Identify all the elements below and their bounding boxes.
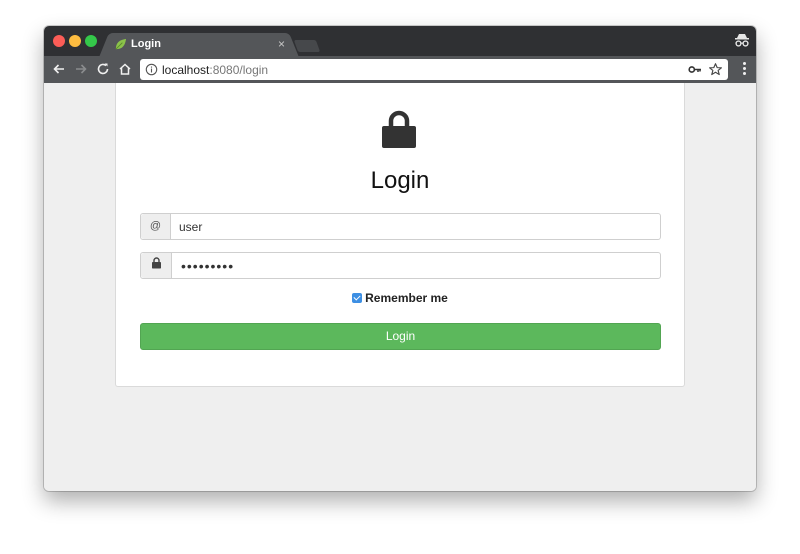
url-host: localhost [162,63,210,77]
window-maximize-button[interactable] [85,35,97,47]
arrow-left-icon[interactable] [51,61,67,77]
username-field-group: @ [140,213,661,240]
url-path: :8080/login [209,63,269,77]
page-title: Login [370,167,430,194]
star-icon[interactable] [708,62,723,77]
tab-title: Login [131,38,161,50]
title-bar: Login × [44,26,756,57]
remember-me-label[interactable]: Remember me [365,291,448,305]
page-viewport: Login @ Remember me Login [44,83,756,491]
new-tab-button[interactable] [293,40,321,52]
window-minimize-button[interactable] [69,35,81,47]
password-input[interactable] [181,253,651,278]
remember-me-checkbox[interactable] [352,293,363,303]
info-icon[interactable] [145,63,158,76]
address-bar[interactable]: localhost:8080/login [140,59,728,80]
url-text: localhost:8080/login [162,63,268,77]
leaf-icon [115,38,127,50]
vertical-dots-icon[interactable] [743,62,747,77]
remember-me-row: Remember me [116,291,684,305]
browser-toolbar: localhost:8080/login [44,56,756,83]
username-input[interactable] [179,214,649,239]
password-field-group [140,252,661,279]
home-icon[interactable] [117,61,133,77]
login-button[interactable]: Login [140,323,661,350]
key-icon[interactable] [688,63,702,76]
lock-addon-icon [141,253,172,278]
tab-login[interactable]: Login × [110,33,288,57]
lock-icon [382,110,416,148]
window-close-button[interactable] [53,35,65,47]
browser-window: Login × localhost:8080/login Login @ use… [44,26,756,491]
at-icon: @ [141,214,171,239]
arrow-right-icon[interactable] [73,61,89,77]
login-card: Login @ Remember me Login [115,83,685,387]
reload-icon[interactable] [95,61,111,77]
tab-close-button[interactable]: × [278,37,285,51]
incognito-icon [735,34,749,47]
